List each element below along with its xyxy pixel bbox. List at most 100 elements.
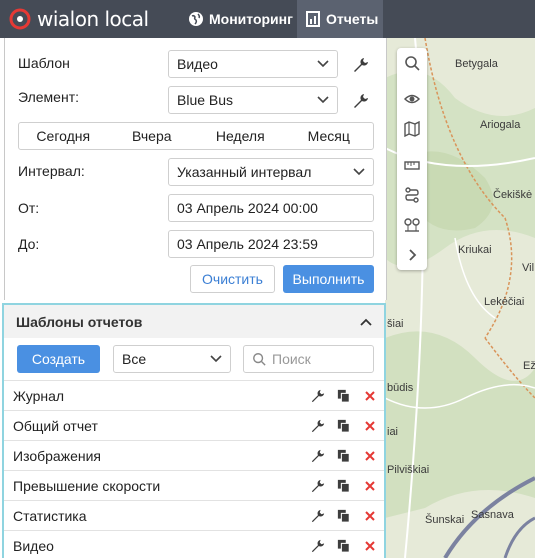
element-select-value: Blue Bus <box>177 92 234 108</box>
map-label: Lekėčiai <box>484 296 525 308</box>
map-label: Betygala <box>455 58 498 70</box>
edit-wrench-icon[interactable] <box>310 508 326 524</box>
element-settings-wrench-icon[interactable] <box>353 93 369 109</box>
edit-wrench-icon[interactable] <box>310 418 326 434</box>
map-label: Ariogala <box>480 119 521 131</box>
template-filter-value: Все <box>122 351 147 367</box>
edit-wrench-icon[interactable] <box>310 538 326 554</box>
logo-text: wialon local <box>37 7 149 31</box>
report-icon <box>306 11 320 27</box>
period-yesterday-button[interactable]: Вчера <box>108 123 197 149</box>
period-month-button[interactable]: Месяц <box>285 123 374 149</box>
chevron-down-icon <box>353 168 365 176</box>
copy-icon[interactable] <box>336 538 352 554</box>
chevron-right-icon <box>409 249 417 261</box>
chevron-down-icon <box>210 355 222 363</box>
report-templates-panel: Шаблоны отчетов Создать Все Поиск Журнал… <box>2 303 386 558</box>
ruler-icon <box>404 161 420 170</box>
template-name: Изображения <box>13 447 101 464</box>
eye-icon <box>404 94 420 104</box>
tab-monitoring-label: Мониторинг <box>209 11 293 27</box>
template-search-input[interactable]: Поиск <box>243 345 374 373</box>
delete-icon[interactable] <box>362 478 378 494</box>
template-row[interactable]: Превышение скорости <box>4 470 384 500</box>
template-select[interactable]: Видео <box>168 50 338 78</box>
template-filter-select[interactable]: Все <box>113 345 231 373</box>
template-row[interactable]: Общий отчет <box>4 410 384 440</box>
to-date-input[interactable]: 03 Апрель 2024 23:59 <box>168 230 374 258</box>
map-label: Ež <box>523 360 535 372</box>
interval-label: Интервал: <box>18 163 85 179</box>
tab-reports-label: Отчеты <box>326 11 379 27</box>
tab-monitoring[interactable]: Мониторинг <box>182 0 300 38</box>
edit-wrench-icon[interactable] <box>310 388 326 404</box>
delete-icon[interactable] <box>362 448 378 464</box>
report-templates-header[interactable]: Шаблоны отчетов <box>4 305 384 338</box>
copy-icon[interactable] <box>336 478 352 494</box>
map-toolbar <box>397 48 427 270</box>
to-label: До: <box>18 236 40 252</box>
logo-icon <box>9 8 31 30</box>
delete-icon[interactable] <box>362 418 378 434</box>
template-list: Журнал Общий отчет Изображения Превышени… <box>4 380 384 560</box>
template-row[interactable]: Видео <box>4 530 384 560</box>
from-date-input[interactable]: 03 Апрель 2024 00:00 <box>168 194 374 222</box>
map-label: būdis <box>387 382 414 394</box>
delete-icon[interactable] <box>362 538 378 554</box>
map-label: šiai <box>387 318 404 330</box>
map-search-button[interactable] <box>397 48 427 78</box>
copy-icon[interactable] <box>336 448 352 464</box>
map-label: Čekiškė <box>493 189 533 201</box>
template-name: Журнал <box>13 387 65 404</box>
edit-wrench-icon[interactable] <box>310 448 326 464</box>
map-label: Sasnava <box>471 509 514 521</box>
edit-wrench-icon[interactable] <box>310 478 326 494</box>
map-icon <box>404 121 420 137</box>
clear-button[interactable]: Очистить <box>190 265 275 293</box>
report-form-panel: Шаблон Видео Элемент: Blue Bus Сегодня В… <box>4 38 387 300</box>
template-settings-wrench-icon[interactable] <box>353 57 369 73</box>
run-report-button[interactable]: Выполнить <box>283 265 374 293</box>
element-select[interactable]: Blue Bus <box>168 86 338 114</box>
template-name: Видео <box>13 537 54 554</box>
chevron-down-icon <box>317 60 329 68</box>
template-name: Общий отчет <box>13 417 98 434</box>
template-row[interactable]: Журнал <box>4 380 384 410</box>
map-label: Pilviškiai <box>387 464 430 476</box>
map-route-button[interactable] <box>397 180 427 210</box>
top-navigation-bar: wialon local Мониторинг Отчеты <box>0 0 535 38</box>
element-label: Элемент: <box>18 89 79 105</box>
from-label: От: <box>18 200 40 216</box>
template-label: Шаблон <box>18 55 70 71</box>
interval-select[interactable]: Указанный интервал <box>168 158 374 186</box>
search-icon <box>253 353 266 366</box>
map-label: Šunskai <box>425 514 465 526</box>
map-label: Vil <box>522 262 535 274</box>
globe-icon <box>189 12 203 26</box>
delete-icon[interactable] <box>362 388 378 404</box>
map-label: Kriukai <box>458 244 492 256</box>
logo[interactable]: wialon local <box>8 7 149 31</box>
quick-period-selector: Сегодня Вчера Неделя Месяц <box>18 122 374 150</box>
map-visibility-button[interactable] <box>397 84 427 114</box>
template-search-placeholder: Поиск <box>272 351 311 367</box>
chevron-down-icon <box>317 96 329 104</box>
period-today-button[interactable]: Сегодня <box>19 123 108 149</box>
delete-icon[interactable] <box>362 508 378 524</box>
chevron-up-icon[interactable] <box>360 318 372 326</box>
template-name: Статистика <box>13 507 87 524</box>
copy-icon[interactable] <box>336 388 352 404</box>
tab-reports[interactable]: Отчеты <box>297 0 383 38</box>
template-row[interactable]: Статистика <box>4 500 384 530</box>
copy-icon[interactable] <box>336 508 352 524</box>
copy-icon[interactable] <box>336 418 352 434</box>
map-ruler-button[interactable] <box>397 150 427 180</box>
map-points-button[interactable] <box>397 210 427 240</box>
interval-select-value: Указанный интервал <box>177 164 312 180</box>
period-week-button[interactable]: Неделя <box>196 123 285 149</box>
template-row[interactable]: Изображения <box>4 440 384 470</box>
map-toolbar-expand-button[interactable] <box>397 240 427 270</box>
create-template-button[interactable]: Создать <box>17 345 100 373</box>
map-layers-button[interactable] <box>397 114 427 144</box>
route-icon <box>405 187 419 203</box>
